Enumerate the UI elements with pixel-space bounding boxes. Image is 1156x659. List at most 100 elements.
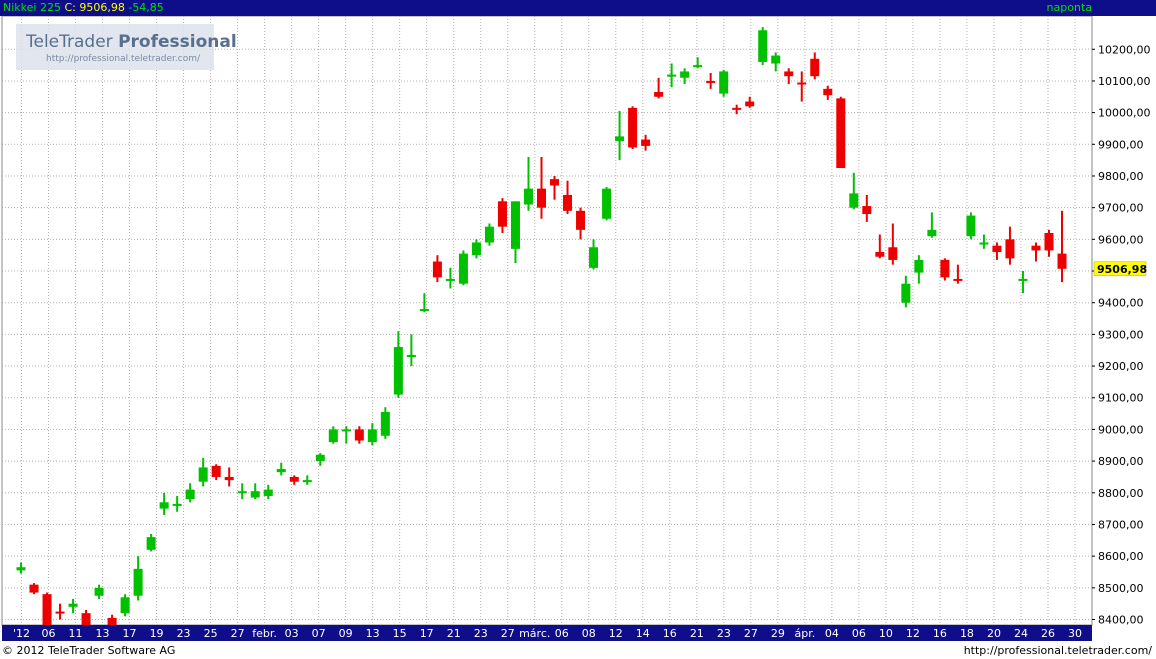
candle-body-down	[211, 465, 221, 477]
candle-body-up	[445, 278, 455, 281]
candle-body-up	[510, 201, 520, 249]
candle-body-down	[354, 429, 364, 441]
candle-body-down	[810, 58, 820, 77]
candlestick-chart[interactable]: TeleTrader Professional http://professio…	[0, 16, 1156, 642]
x-tick-label: 20	[987, 627, 1001, 640]
candle-body-down	[745, 101, 755, 107]
change-value: -54,85	[128, 1, 164, 14]
y-axis: 8400,00 8500,00 8600,00 8700,00 8800,00 8900,…	[1092, 43, 1151, 627]
candle-body-up	[68, 603, 78, 607]
candle-body-down	[875, 252, 885, 257]
instrument-name: Nikkei 225	[3, 1, 61, 14]
candle-body-down	[563, 194, 573, 211]
logo: TeleTrader Professional http://professio…	[16, 24, 237, 70]
x-tick-label: 06	[555, 627, 569, 640]
candle-body-down	[1031, 245, 1041, 251]
y-tick-label: 8500,00	[1098, 582, 1144, 595]
candle-body-up	[94, 587, 104, 596]
last-price-marker: 9506,98	[1093, 261, 1147, 277]
x-tick-label: 25	[204, 627, 218, 640]
x-tick-label: 19	[150, 627, 164, 640]
candle-body-down	[1044, 233, 1054, 251]
y-tick-label: 10200,00	[1098, 43, 1151, 56]
x-tick-label: 15	[393, 627, 407, 640]
x-tick-label: 23	[177, 627, 191, 640]
candle-body-down	[628, 107, 638, 148]
x-tick-label: 12	[906, 627, 920, 640]
y-tick-label: 8400,00	[1098, 614, 1144, 627]
candle-body-down	[992, 245, 1002, 253]
y-tick-label: 10000,00	[1098, 107, 1151, 120]
candle-body-down	[107, 617, 117, 626]
x-tick-label: 27	[501, 627, 515, 640]
close-value: 9506,98	[79, 1, 125, 14]
candle-body-up	[979, 242, 989, 245]
candle-body-up	[419, 309, 429, 312]
x-tick-label: 29	[771, 627, 785, 640]
x-tick-label: 17	[420, 627, 434, 640]
candle-body-up	[237, 491, 247, 494]
candle-body-down	[706, 80, 716, 83]
candle-body-up	[315, 454, 325, 462]
y-tick-label: 9400,00	[1098, 297, 1144, 310]
candle-body-up	[146, 537, 156, 550]
candle-body-down	[862, 206, 872, 214]
candle-body-down	[940, 259, 950, 278]
candle-body-up	[901, 283, 911, 303]
copyright: © 2012 TeleTrader Software AG	[2, 644, 176, 657]
x-tick-label: 04	[825, 627, 839, 640]
y-tick-label: 9200,00	[1098, 360, 1144, 373]
candle-body-down	[55, 611, 65, 614]
x-tick-label: 08	[582, 627, 596, 640]
candle-body-up	[523, 188, 533, 205]
candle-body-up	[719, 71, 729, 94]
candle-body-up	[1018, 278, 1028, 281]
footer-url[interactable]: http://professional.teletrader.com/	[964, 644, 1152, 657]
x-tick-label: 21	[690, 627, 704, 640]
x-tick-label: 07	[312, 627, 326, 640]
y-tick-label: 9900,00	[1098, 138, 1144, 151]
last-price-label: 9506,98	[1097, 263, 1147, 276]
x-tick-label: 10	[879, 627, 893, 640]
x-tick-label: 16	[663, 627, 677, 640]
x-tick-label: 30	[1068, 627, 1082, 640]
candle-body-up	[849, 193, 859, 208]
candle-body-up	[380, 411, 390, 436]
candle-body-up	[693, 65, 703, 68]
x-tick-label: 18	[960, 627, 974, 640]
instrument-summary: Nikkei 225 C: 9506,98 -54,85	[3, 1, 164, 14]
logo-brand: TeleTrader Professional	[25, 32, 237, 52]
candle-body-down	[289, 476, 299, 482]
candle-body-up	[276, 469, 286, 473]
candle-body-down	[641, 139, 651, 146]
x-tick-label: 06	[42, 627, 56, 640]
candle-body-up	[458, 253, 468, 284]
candle-body-up	[16, 567, 26, 571]
candle-body-down	[537, 188, 546, 208]
plot-area[interactable]	[1, 16, 1093, 626]
chart-header: Nikkei 225 C: 9506,98 -54,85 naponta	[0, 0, 1156, 16]
y-tick-label: 10100,00	[1098, 75, 1151, 88]
candle-body-up	[198, 467, 208, 482]
logo-url: http://professional.teletrader.com/	[46, 54, 201, 64]
x-tick-label: ápr.	[795, 627, 816, 640]
period-label[interactable]: naponta	[1047, 1, 1092, 14]
candle-body-up	[758, 30, 768, 62]
x-tick-label: 27	[231, 627, 245, 640]
candle-body-up	[341, 429, 351, 432]
x-tick-label: 16	[933, 627, 947, 640]
candle-body-up	[120, 597, 130, 614]
x-tick-label: 03	[285, 627, 299, 640]
y-tick-label: 8900,00	[1098, 455, 1144, 468]
candle-body-up	[406, 354, 416, 357]
candle-body-down	[732, 107, 742, 110]
candle-body-down	[550, 179, 560, 186]
close-label: C:	[64, 1, 76, 14]
candle-body-up	[263, 489, 273, 496]
candle-body-up	[914, 259, 924, 273]
x-tick-label: 24	[1014, 627, 1028, 640]
y-tick-label: 8800,00	[1098, 487, 1144, 500]
candle-body-down	[29, 584, 39, 593]
candle-body-up	[927, 229, 937, 237]
candle-body-up	[172, 503, 182, 506]
